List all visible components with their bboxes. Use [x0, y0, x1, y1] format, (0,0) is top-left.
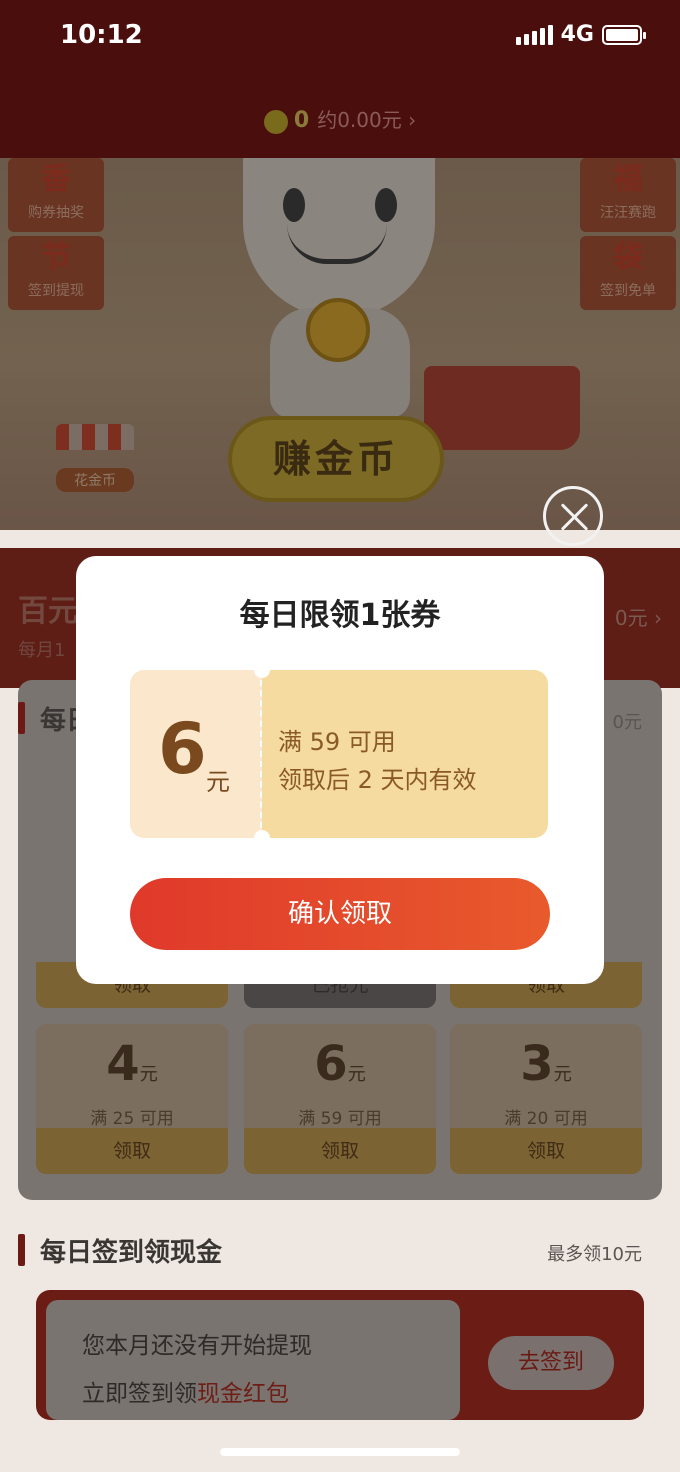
- signin-line-2-prefix: 立即签到领: [82, 1381, 197, 1407]
- coupon-condition: 满 59 可用: [298, 1109, 382, 1129]
- ticket-notch: [254, 830, 270, 846]
- coupon-unit: 元: [347, 1064, 366, 1085]
- network-label: 4G: [560, 22, 594, 47]
- ticket-amount-panel: 6 元: [130, 670, 262, 838]
- signin-section-title: 每日签到领现金: [40, 1238, 223, 1268]
- promo-band-subtitle: 每月1: [18, 640, 66, 661]
- shop-label: 花金币: [56, 468, 134, 492]
- close-icon[interactable]: [543, 486, 603, 546]
- coupon-condition: 满 25 可用: [90, 1109, 174, 1129]
- gold-coin-icon: [306, 298, 370, 362]
- signin-line-1: 您本月还没有开始提现: [82, 1333, 312, 1359]
- coupon-amount: 6: [314, 1036, 348, 1092]
- coupon-amount: 3: [520, 1036, 554, 1092]
- coin-value: 约0.00元 ›: [317, 108, 417, 132]
- signin-section-right: 最多领10元: [547, 1244, 642, 1265]
- signal-icon: [515, 24, 553, 45]
- coupon-amount: 4: [106, 1036, 140, 1092]
- status-time: 10:12: [60, 20, 143, 50]
- ticket-notch: [254, 662, 270, 678]
- battery-icon: [602, 24, 646, 45]
- shop-awning-icon: [56, 424, 134, 450]
- modal-title: 每日限领1张券: [239, 598, 441, 633]
- confirm-claim-button[interactable]: 确认领取: [130, 878, 550, 950]
- coin-icon: [263, 109, 288, 134]
- section-accent: [18, 702, 25, 734]
- shop-button[interactable]: 花金币: [56, 424, 134, 496]
- tile-free-order[interactable]: 袋 签到免单: [580, 236, 676, 310]
- hero-left-tiles: 香 购券抽奖 节 签到提现: [8, 158, 104, 310]
- coin-count: 0: [293, 108, 310, 133]
- tile-withdraw[interactable]: 节 签到提现: [8, 236, 104, 310]
- signin-card: 您本月还没有开始提现 立即签到领现金红包 去签到: [36, 1290, 644, 1420]
- ticket-unit: 元: [206, 768, 230, 796]
- ticket-info-panel: 满 59 可用 领取后 2 天内有效: [262, 670, 548, 838]
- page: 10:12 4G 0 约0.00元 › 香 购券抽奖 节 签到提现 福 汪汪赛跑…: [0, 0, 680, 1472]
- coupon-modal: 每日限领1张券 6 元 满 59 可用 领取后 2 天内有效 确认领取: [76, 556, 604, 984]
- coupon-section-right: 0元: [612, 712, 642, 733]
- coupon-unit: 元: [139, 1064, 158, 1085]
- signin-line-2-highlight: 现金红包: [197, 1381, 289, 1407]
- coupon-take-button[interactable]: 领取: [36, 1128, 228, 1174]
- ticket-condition: 满 59 可用: [278, 728, 396, 756]
- coupon-ticket: 6 元 满 59 可用 领取后 2 天内有效: [130, 662, 548, 846]
- tile-race[interactable]: 福 汪汪赛跑: [580, 158, 676, 232]
- coin-balance[interactable]: 0 约0.00元 ›: [0, 104, 680, 134]
- basket-icon: [424, 366, 580, 450]
- ticket-validity: 领取后 2 天内有效: [278, 766, 477, 794]
- signin-line-2: 立即签到领现金红包: [82, 1374, 289, 1408]
- coupon-tile: 3元 满 20 可用 领取: [450, 1024, 642, 1174]
- ticket-amount: 6: [158, 708, 207, 790]
- coupon-unit: 元: [553, 1064, 572, 1085]
- coupon-take-button[interactable]: 领取: [450, 1128, 642, 1174]
- hero-banner: 香 购券抽奖 节 签到提现 福 汪汪赛跑 袋 签到免单 花金币 赚金币: [0, 158, 680, 530]
- go-signin-button[interactable]: 去签到: [488, 1336, 614, 1390]
- promo-band-link[interactable]: 0元 ›: [615, 602, 662, 631]
- coupon-tile: 6元 满 59 可用 领取: [244, 1024, 436, 1174]
- coupon-tile: 4元 满 25 可用 领取: [36, 1024, 228, 1174]
- home-indicator[interactable]: [220, 1448, 460, 1456]
- coupon-take-button[interactable]: 领取: [244, 1128, 436, 1174]
- earn-coins-button[interactable]: 赚金币: [228, 416, 444, 502]
- coupon-condition: 满 20 可用: [504, 1109, 588, 1129]
- hero-right-tiles: 福 汪汪赛跑 袋 签到免单: [580, 158, 676, 310]
- promo-band-title: 百元: [18, 594, 78, 629]
- status-indicators: 4G: [515, 22, 646, 47]
- signin-info: 您本月还没有开始提现 立即签到领现金红包: [46, 1300, 460, 1420]
- section-accent: [18, 1234, 25, 1266]
- top-bar: 10:12 4G 0 约0.00元 ›: [0, 0, 680, 158]
- tile-lottery[interactable]: 香 购券抽奖: [8, 158, 104, 232]
- mascot-dog-head: [243, 158, 435, 318]
